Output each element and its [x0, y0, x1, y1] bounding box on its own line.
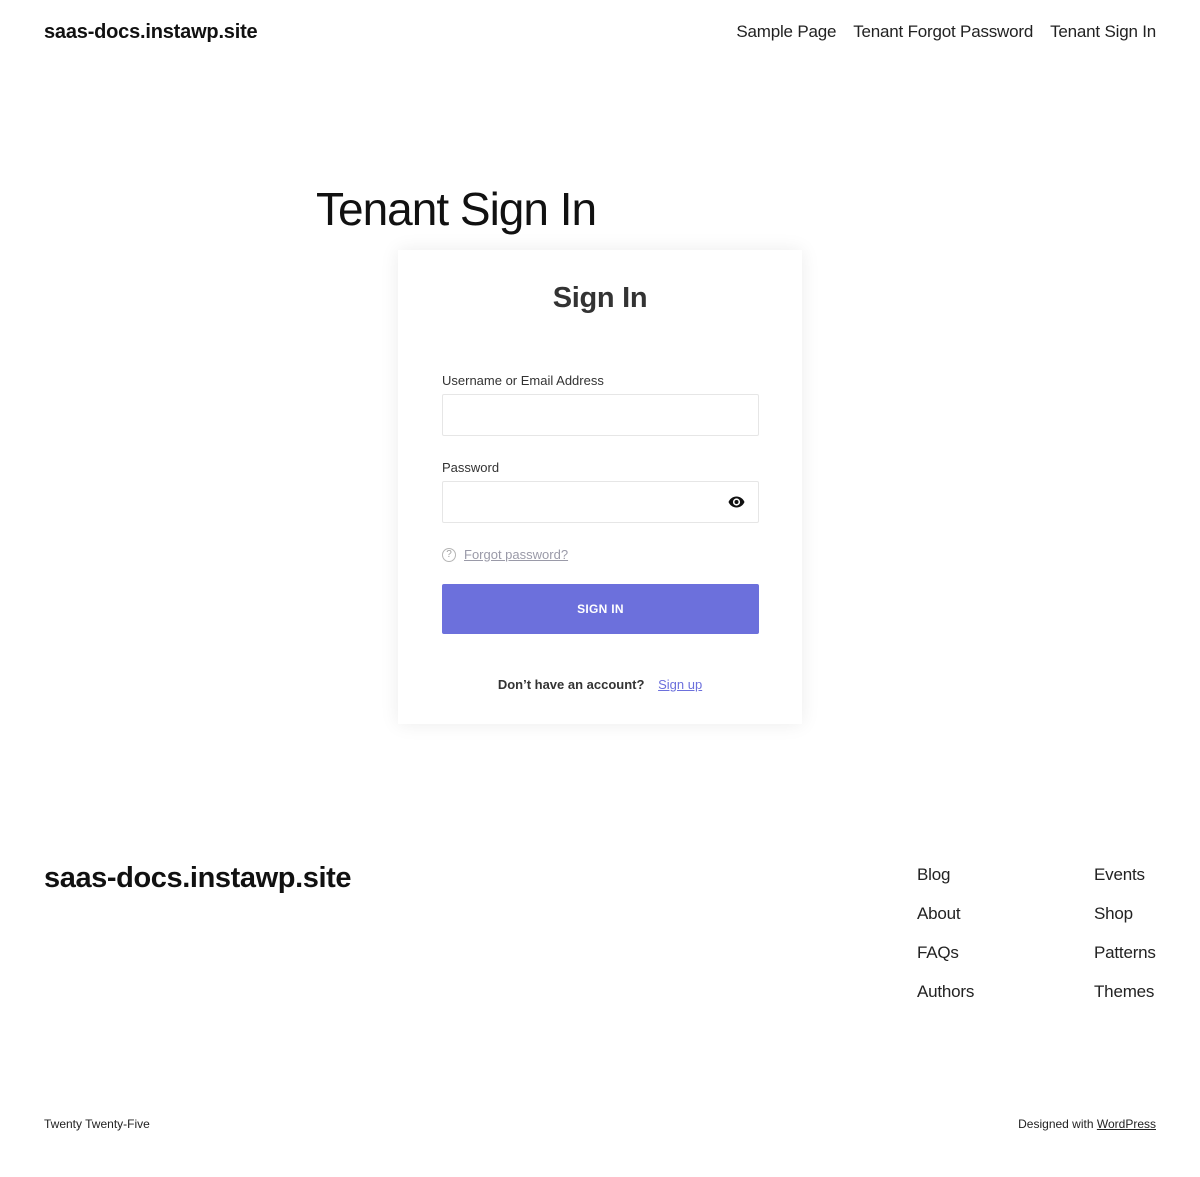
wordpress-link[interactable]: WordPress — [1097, 1117, 1156, 1131]
footer-link-faqs[interactable]: FAQs — [917, 942, 974, 963]
footer-link-blog[interactable]: Blog — [917, 864, 974, 885]
designed-with-credit: Designed with WordPress — [1018, 1117, 1156, 1131]
site-title-link[interactable]: saas-docs.instawp.site — [44, 21, 258, 44]
username-input[interactable] — [442, 394, 759, 436]
nav-link-tenant-forgot-password[interactable]: Tenant Forgot Password — [853, 22, 1033, 42]
eye-icon[interactable] — [726, 492, 746, 512]
designed-with-text: Designed with — [1018, 1117, 1094, 1131]
sign-in-button[interactable]: SIGN IN — [442, 584, 759, 634]
footer-link-about[interactable]: About — [917, 903, 974, 924]
theme-credit: Twenty Twenty-Five — [44, 1117, 150, 1131]
help-circle-icon: ? — [442, 547, 456, 562]
username-label: Username or Email Address — [442, 373, 604, 388]
sign-in-card: Sign In Username or Email Address Passwo… — [398, 250, 802, 724]
footer-link-authors[interactable]: Authors — [917, 981, 974, 1002]
footer-link-themes[interactable]: Themes — [1094, 981, 1156, 1002]
footer-nav-column-1: Blog About FAQs Authors — [917, 864, 974, 1002]
footer-bottom-bar: Twenty Twenty-Five Designed with WordPre… — [44, 1117, 1156, 1131]
password-input[interactable] — [442, 481, 759, 523]
footer-link-shop[interactable]: Shop — [1094, 903, 1156, 924]
footer-link-events[interactable]: Events — [1094, 864, 1156, 885]
nav-link-sample-page[interactable]: Sample Page — [736, 22, 836, 42]
signup-prompt-text: Don’t have an account? — [497, 677, 645, 692]
sign-in-form-title: Sign In — [552, 282, 648, 314]
footer-nav-column-2: Events Shop Patterns Themes — [1094, 864, 1156, 1002]
signup-prompt-row: Don’t have an account? Sign up — [398, 677, 802, 692]
forgot-password-row: ? Forgot password? — [442, 547, 568, 562]
password-label: Password — [442, 460, 500, 475]
footer-site-title-link[interactable]: saas-docs.instawp.site — [44, 862, 352, 895]
nav-link-tenant-sign-in[interactable]: Tenant Sign In — [1050, 22, 1156, 42]
site-header: saas-docs.instawp.site Sample Page Tenan… — [44, 18, 1156, 46]
page-title: Tenant Sign In — [316, 183, 597, 235]
forgot-password-link[interactable]: Forgot password? — [464, 547, 568, 562]
top-navigation: Sample Page Tenant Forgot Password Tenan… — [736, 22, 1156, 42]
sign-up-link[interactable]: Sign up — [658, 677, 702, 692]
footer-link-patterns[interactable]: Patterns — [1094, 942, 1156, 963]
